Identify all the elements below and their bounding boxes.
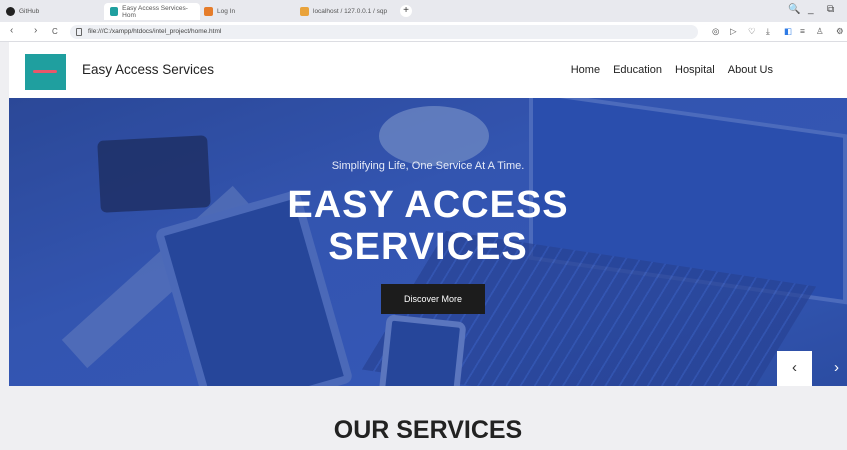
site-logo[interactable] [25, 54, 66, 90]
tab-label: Easy Access Services-Hom [122, 4, 188, 19]
hero-tagline: Simplifying Life, One Service At A Time. [331, 160, 525, 172]
login-favicon-icon [204, 7, 213, 16]
hero-headline-line2: SERVICES [328, 226, 528, 268]
menu-item-education[interactable]: Education [613, 64, 662, 76]
tab-phpmyadmin[interactable]: localhost / 127.0.0.1 / sqp [300, 3, 387, 20]
services-section: OUR SERVICES [9, 386, 847, 450]
forward-button[interactable]: › [34, 25, 37, 36]
discover-more-button[interactable]: Discover More [381, 284, 485, 314]
browser-nav-bar: ‹ › C file:///C:/xampp/htdocs/intel_proj… [0, 22, 847, 42]
menu-item-hospital[interactable]: Hospital [675, 64, 715, 76]
new-tab-button[interactable]: + [400, 5, 412, 17]
hero-headline: EASY ACCESS SERVICES [9, 184, 847, 268]
back-button[interactable]: ‹ [10, 25, 13, 36]
tab-label: Log In [217, 8, 236, 15]
web-page: Easy Access Services Home Education Hosp… [0, 42, 847, 450]
play-icon[interactable]: ▷ [730, 26, 737, 37]
logo-mark-icon [33, 70, 57, 73]
main-menu: Home Education Hospital About Us [571, 64, 773, 76]
carousel-prev-button[interactable]: ‹ [777, 351, 812, 386]
phpmyadmin-icon [300, 7, 309, 16]
search-icon[interactable]: 🔍 [788, 4, 800, 15]
url-text: file:///C:/xampp/htdocs/intel_project/ho… [88, 28, 222, 35]
camera-icon[interactable]: ◎ [712, 26, 719, 37]
heart-icon[interactable]: ♡ [748, 26, 756, 37]
sidebar-icon[interactable]: ◧ [784, 26, 792, 37]
site-favicon-icon [110, 7, 119, 16]
tab-github[interactable]: GitHub [6, 3, 39, 20]
hero-banner: Simplifying Life, One Service At A Time.… [9, 98, 847, 386]
minimize-button[interactable]: _ [808, 4, 814, 15]
address-bar[interactable]: file:///C:/xampp/htdocs/intel_project/ho… [70, 25, 698, 39]
tab-login[interactable]: Log In [204, 3, 235, 20]
file-icon [76, 28, 82, 36]
browser-tab-strip: GitHub Easy Access Services-Hom Log In l… [0, 0, 847, 22]
github-icon [6, 7, 15, 16]
menu-icon[interactable]: ≡ [800, 26, 805, 36]
menu-item-home[interactable]: Home [571, 64, 600, 76]
restore-button[interactable]: ⧉ [827, 4, 834, 15]
carousel-next-button[interactable]: › [819, 351, 847, 386]
profile-icon[interactable]: ♙ [816, 26, 824, 37]
site-header: Easy Access Services Home Education Hosp… [9, 42, 847, 98]
tab-easy-access[interactable]: Easy Access Services-Hom [104, 3, 200, 20]
tab-label: localhost / 127.0.0.1 / sqp [313, 8, 388, 15]
services-title: OUR SERVICES [333, 416, 523, 444]
reload-button[interactable]: C [52, 27, 58, 36]
brand-name[interactable]: Easy Access Services [82, 62, 214, 77]
tab-label: GitHub [19, 8, 40, 15]
download-icon[interactable]: ⤓ [766, 26, 770, 37]
hero-headline-line1: EASY ACCESS [287, 184, 569, 226]
menu-item-about-us[interactable]: About Us [728, 64, 773, 76]
settings-icon[interactable]: ⚙ [836, 26, 844, 37]
